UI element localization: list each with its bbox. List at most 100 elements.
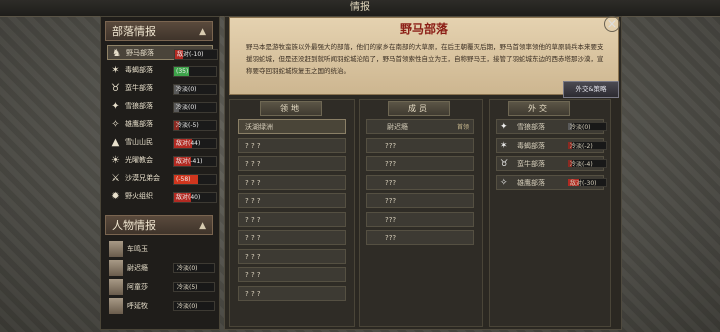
avatar: [109, 260, 123, 276]
member-cell[interactable]: ???: [366, 211, 474, 227]
territory-cell[interactable]: ? ? ?: [238, 174, 346, 190]
member-cell[interactable]: 尉迟瘾 首领: [366, 119, 474, 134]
member-cell[interactable]: ???: [366, 137, 474, 153]
tribe-name: 蛮牛部落: [125, 84, 153, 92]
relation-bar: 冷淡(-5): [173, 120, 217, 131]
relation-status: 冷淡(0): [176, 104, 197, 111]
territory-cell[interactable]: ? ? ?: [238, 248, 346, 264]
territory-cell[interactable]: ? ? ?: [238, 230, 346, 245]
territory-cell[interactable]: ? ? ?: [238, 193, 346, 208]
diplomacy-cell[interactable]: ✧ 雄鹰部落 敌对(-30): [496, 174, 607, 190]
mountain-icon: ▲: [111, 137, 120, 148]
horse-icon: ♞: [112, 48, 121, 59]
faction-name: 蛮牛部落: [517, 160, 545, 168]
tribe-row[interactable]: ✧ 雄鹰部落 冷淡(-5): [107, 117, 217, 132]
tribe-row[interactable]: ✦ 雪狼部落 冷淡(0): [107, 99, 217, 114]
wolf-icon: ✦: [500, 122, 508, 132]
description-parchment: 野马部落 野马本是游牧蛮族以外最强大的部落，他们的家乡在南部的大草原，在后王朝覆…: [229, 17, 619, 95]
relation-status: 敌对(44): [176, 140, 201, 147]
avatar: [109, 279, 123, 295]
tribe-row[interactable]: ✶ 毒蝎部落 (35): [107, 63, 217, 78]
diplomacy-cell[interactable]: ✦ 雪狼部落 冷淡(0): [496, 119, 607, 134]
chevron-up-icon: ▲: [199, 27, 206, 37]
avatar: [109, 241, 123, 257]
relation-bar: 冷淡(0): [173, 84, 217, 95]
person-row[interactable]: 呼延牧 冷淡(0): [107, 298, 215, 314]
tribe-row[interactable]: ♉ 蛮牛部落 冷淡(0): [107, 81, 217, 96]
diplomacy-header: 外交: [508, 101, 570, 116]
tribe-row[interactable]: ✹ 野火组织 敌对(40): [107, 189, 217, 204]
tribe-row[interactable]: ▲ 雪山山民 敌对(44): [107, 135, 217, 150]
tribe-row[interactable]: ☀ 光曜教会 敌对(-41): [107, 153, 217, 168]
left-panel: 部落情报 ▲ ♞ 野马部落 敌对(-10) ✶ 毒蝎部落 (35) ♉ 蛮牛部落 冷淡(0) ✦ 雪…: [100, 16, 220, 330]
person-name: 车鸣玉: [127, 245, 148, 253]
tribe-row[interactable]: ♞ 野马部落 敌对(-10): [107, 45, 218, 60]
territory-cell[interactable]: ? ? ?: [238, 156, 346, 171]
members-header: 成员: [388, 101, 450, 116]
tribe-name: 野马部落: [126, 49, 154, 57]
chevron-up-icon: ▲: [199, 221, 206, 231]
relation-bar: 敌对(-10): [174, 49, 218, 60]
diplomacy-cell[interactable]: ✶ 毒蝎部落 冷淡(-2): [496, 137, 607, 153]
faction-title: 野马部落: [399, 22, 448, 36]
territory-column: 领地 沃湖绿洲 ? ? ? ? ? ? ? ? ? ? ? ? ? ? ? ? ? ? ? ?…: [229, 99, 355, 327]
diplomacy-strategy-button[interactable]: 外交&策略: [563, 81, 619, 98]
member-cell[interactable]: ???: [366, 156, 474, 171]
person-row[interactable]: 阿童莎 冷淡(5): [107, 279, 215, 295]
tribe-name: 雪山山民: [125, 138, 153, 146]
window-title: 情报: [0, 0, 720, 17]
relation-status: 敌对(40): [176, 194, 201, 201]
bull-icon: ♉: [111, 83, 120, 94]
person-row[interactable]: 车鸣玉: [107, 241, 213, 257]
territory-cell[interactable]: 沃湖绿洲: [238, 119, 346, 134]
tribe-name: 光曜教会: [125, 156, 153, 164]
territory-cell[interactable]: ? ? ?: [238, 267, 346, 282]
relation-status: 冷淡(0): [173, 301, 215, 311]
wolf-icon: ✦: [111, 101, 120, 112]
relation-status: 冷淡(-4): [570, 161, 593, 168]
relation-status: 冷淡(5): [173, 282, 215, 292]
relation-bar: (35): [173, 66, 217, 77]
tribes-section-header[interactable]: 部落情报 ▲: [105, 21, 213, 41]
person-name: 阿童莎: [127, 283, 148, 291]
eagle-icon: ✧: [111, 119, 120, 130]
faction-name: 毒蝎部落: [517, 141, 545, 150]
relation-status: 冷淡(0): [173, 263, 215, 273]
relation-bar: 冷淡(-2): [567, 140, 607, 150]
tribe-name: 野火组织: [125, 192, 153, 200]
fire-icon: ✹: [111, 191, 120, 202]
member-name: ???: [385, 234, 397, 242]
relation-bar: 敌对(44): [173, 138, 217, 149]
relation-status: 敌对(-41): [176, 158, 203, 165]
member-cell[interactable]: ???: [366, 193, 474, 208]
members-column: 成员 尉迟瘾 首领??????????????????: [359, 99, 483, 327]
swords-icon: ⚔: [111, 173, 120, 184]
people-section-header[interactable]: 人物情报 ▲: [105, 215, 213, 235]
scorpion-icon: ✶: [111, 65, 120, 76]
territory-cell[interactable]: ? ? ?: [238, 137, 346, 153]
territory-cell[interactable]: ? ? ?: [238, 211, 346, 227]
diplomacy-column: 外交 ✦ 雪狼部落 冷淡(0) ✶ 毒蝎部落 冷淡(-2) ♉ 蛮牛部落 冷淡(-4) ✧ 雄鹰部落…: [489, 99, 611, 327]
territory-cell[interactable]: ? ? ?: [238, 285, 346, 301]
member-name: ???: [385, 178, 397, 187]
person-name: 尉迟瘾: [127, 264, 148, 272]
faction-description: 野马本是游牧蛮族以外最强大的部落，他们的家乡在南部的大草原，在后王朝覆灭后期，野…: [246, 43, 604, 75]
relation-bar: 敌对(-30): [567, 177, 607, 187]
relation-bar: 冷淡(0): [173, 102, 217, 113]
relation-bar: 敌对(40): [173, 192, 217, 203]
person-row[interactable]: 尉迟瘾 冷淡(0): [107, 260, 215, 276]
member-name: ???: [385, 215, 397, 224]
member-name: ???: [385, 160, 397, 168]
tribe-name: 雄鹰部落: [125, 120, 153, 128]
member-cell[interactable]: ???: [366, 174, 474, 190]
tribe-name: 毒蝎部落: [125, 66, 153, 74]
sun-icon: ☀: [111, 155, 120, 166]
faction-name: 雪狼部落: [517, 123, 545, 131]
relation-status: 敌对(-30): [570, 179, 597, 187]
close-icon[interactable]: ×: [604, 16, 620, 32]
leader-tag: 首领: [456, 124, 469, 131]
people-header-label: 人物情报: [112, 219, 156, 232]
tribe-row[interactable]: ⚔ 沙漠兄弟会 (-58): [107, 171, 217, 186]
member-cell[interactable]: ???: [366, 230, 474, 245]
diplomacy-cell[interactable]: ♉ 蛮牛部落 冷淡(-4): [496, 156, 607, 171]
